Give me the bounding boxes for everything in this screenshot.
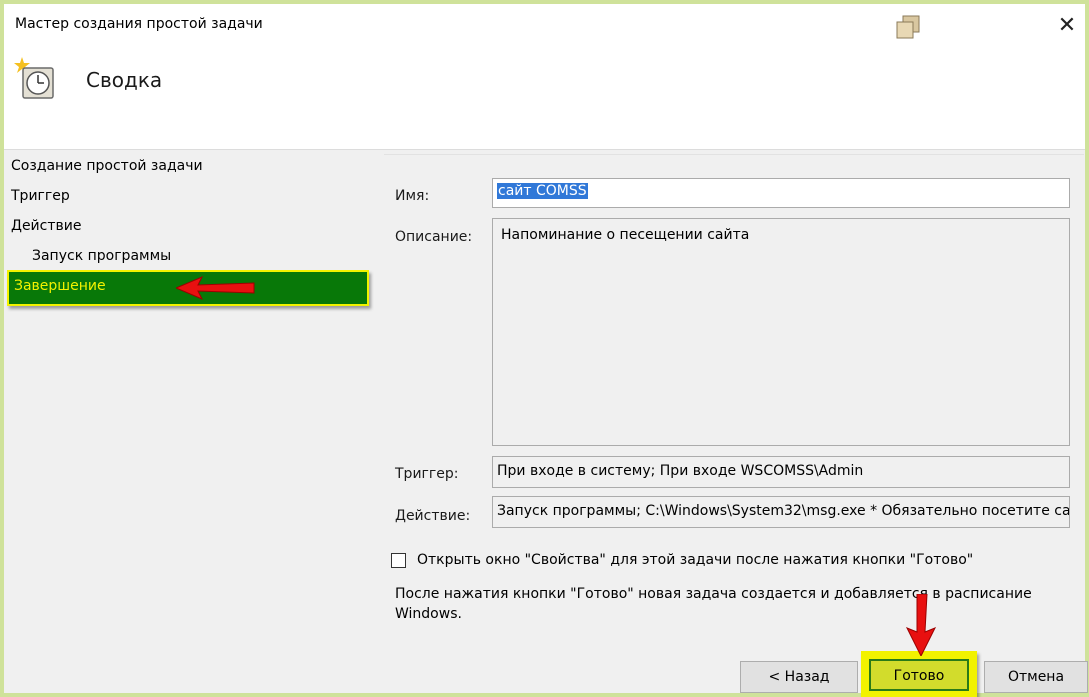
- content-divider: [384, 154, 1084, 155]
- action-label: Действие:: [395, 508, 471, 524]
- window-title: Мастер создания простой задачи: [15, 16, 263, 32]
- wizard-steps-nav: Создание простой задачи Триггер Действие…: [4, 150, 384, 690]
- nav-step-start-program: Запуск программы: [32, 248, 172, 264]
- open-properties-checkbox[interactable]: [391, 553, 406, 568]
- description-label: Описание:: [395, 229, 473, 245]
- name-label: Имя:: [395, 188, 430, 204]
- description-value: Напоминание о песещении сайта: [501, 227, 750, 243]
- name-field[interactable]: сайт COMSS: [492, 178, 1070, 208]
- finish-button[interactable]: Готово: [869, 659, 969, 691]
- red-arrow-left-icon: [176, 276, 255, 300]
- restore-window-icon[interactable]: [892, 14, 924, 42]
- description-field[interactable]: Напоминание о песещении сайта: [492, 218, 1070, 446]
- task-scheduler-clock-icon: [14, 57, 54, 99]
- back-button[interactable]: < Назад: [740, 661, 858, 693]
- trigger-label: Триггер:: [395, 466, 459, 482]
- nav-step-create-task: Создание простой задачи: [11, 158, 203, 174]
- name-value: сайт COMSS: [497, 183, 588, 199]
- open-properties-label[interactable]: Открыть окно "Свойства" для этой задачи …: [417, 552, 973, 568]
- page-title: Сводка: [86, 68, 163, 92]
- trigger-value: При входе в систему; При входе WSCOMSS\A…: [497, 463, 864, 479]
- nav-step-action: Действие: [11, 218, 82, 234]
- red-arrow-down-icon: [905, 594, 937, 656]
- action-field[interactable]: Запуск программы; C:\Windows\System32\ms…: [492, 496, 1070, 528]
- title-bar: Мастер создания простой задачи ✕: [4, 4, 1085, 48]
- trigger-field[interactable]: При входе в систему; При входе WSCOMSS\A…: [492, 456, 1070, 488]
- info-text: После нажатия кнопки "Готово" новая зада…: [395, 586, 1032, 622]
- nav-step-trigger: Триггер: [11, 188, 70, 204]
- close-button[interactable]: ✕: [1050, 10, 1084, 42]
- wizard-header: Сводка: [4, 48, 1085, 150]
- cancel-button[interactable]: Отмена: [984, 661, 1088, 693]
- wizard-window: Мастер создания простой задачи ✕ Сводка …: [0, 0, 1089, 697]
- nav-step-finish-label: Завершение: [14, 278, 106, 294]
- action-value: Запуск программы; C:\Windows\System32\ms…: [497, 503, 1070, 519]
